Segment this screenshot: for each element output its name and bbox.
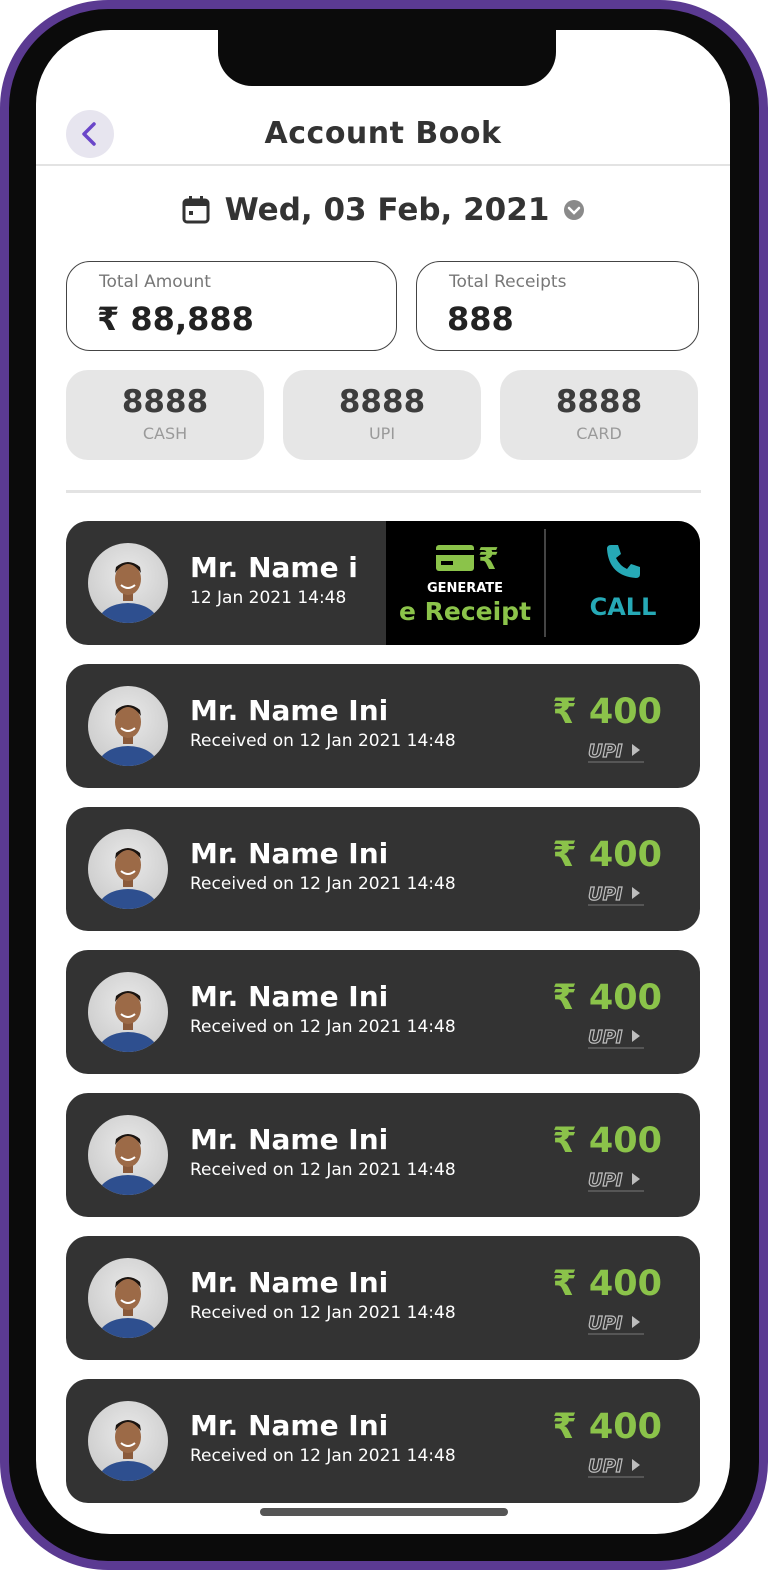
chevron-down-icon	[564, 200, 585, 220]
total-receipts-value: 888	[447, 300, 514, 338]
person-icon	[98, 848, 158, 909]
avatar	[88, 543, 168, 623]
upi-logo: UPI	[586, 1312, 648, 1340]
received-datetime: Received on 12 Jan 2021 14:48	[190, 1303, 456, 1323]
received-datetime: Received on 12 Jan 2021 14:48	[190, 1017, 456, 1037]
received-datetime: Received on 12 Jan 2021 14:48	[190, 731, 456, 751]
avatar	[88, 829, 168, 909]
upi-logo: UPI	[586, 883, 648, 911]
upi-logo-icon: UPI	[587, 1026, 644, 1049]
generate-label: GENERATE	[426, 581, 504, 596]
total-receipts-box: Total Receipts 888	[416, 261, 699, 351]
transaction-datetime: 12 Jan 2021 14:48	[190, 588, 347, 608]
header-divider	[36, 164, 730, 166]
home-indicator[interactable]	[260, 1508, 508, 1516]
person-icon	[98, 991, 158, 1052]
svg-text:₹: ₹	[478, 542, 499, 573]
active-transaction-card[interactable]: Mr. Name i 12 Jan 2021 14:48 ₹ GENERATE …	[66, 521, 700, 645]
customer-name: Mr. Name Ini	[190, 980, 389, 1013]
call-label: CALL	[589, 593, 657, 621]
card-label: CARD	[576, 424, 622, 443]
upi-logo-icon: UPI	[587, 1312, 644, 1335]
app-screen: Account Book Wed, 03 Feb, 2021 Total Amo…	[36, 30, 730, 1534]
amount-value: ₹ 400	[552, 1121, 662, 1161]
avatar	[88, 686, 168, 766]
customer-name: Mr. Name Ini	[190, 1266, 389, 1299]
notch	[218, 30, 556, 86]
transaction-list: Mr. Name i 12 Jan 2021 14:48 ₹ GENERATE …	[66, 521, 700, 1522]
received-datetime: Received on 12 Jan 2021 14:48	[190, 874, 456, 894]
svg-text:UPI: UPI	[588, 1027, 623, 1048]
transaction-card[interactable]: Mr. Name Ini Received on 12 Jan 2021 14:…	[66, 1379, 700, 1503]
upi-logo-icon: UPI	[587, 1455, 644, 1478]
card-rupee-icon: ₹	[436, 542, 499, 573]
received-datetime: Received on 12 Jan 2021 14:48	[190, 1446, 456, 1466]
avatar	[88, 1401, 168, 1481]
total-amount-value: ₹ 88,888	[97, 300, 254, 338]
receipt-label: e Receipt	[398, 597, 532, 626]
customer-name: Mr. Name Ini	[190, 837, 389, 870]
person-icon	[98, 1277, 158, 1338]
transaction-card[interactable]: Mr. Name Ini Received on 12 Jan 2021 14:…	[66, 950, 700, 1074]
received-datetime: Received on 12 Jan 2021 14:48	[190, 1160, 456, 1180]
card-value: 8888	[555, 384, 643, 420]
card-actions: ₹ GENERATE e Receipt CALL	[386, 521, 700, 645]
transaction-card[interactable]: Mr. Name Ini Received on 12 Jan 2021 14:…	[66, 807, 700, 931]
person-icon	[98, 562, 158, 623]
person-icon	[98, 705, 158, 766]
cash-value: 8888	[121, 384, 209, 420]
avatar	[88, 1115, 168, 1195]
cash-summary: 8888 CASH	[66, 370, 264, 460]
amount-value: ₹ 400	[552, 835, 662, 875]
svg-text:UPI: UPI	[588, 884, 623, 905]
avatar	[88, 1258, 168, 1338]
generate-receipt-button[interactable]: ₹ GENERATE e Receipt	[386, 521, 544, 645]
upi-value: 8888	[338, 384, 426, 420]
svg-text:UPI: UPI	[588, 741, 623, 762]
customer-name: Mr. Name i	[190, 551, 358, 584]
call-button[interactable]: CALL	[546, 521, 700, 645]
total-receipts-label: Total Receipts	[449, 272, 567, 292]
upi-logo: UPI	[586, 1455, 648, 1483]
customer-name: Mr. Name Ini	[190, 1409, 389, 1442]
amount-value: ₹ 400	[552, 978, 662, 1018]
phone-icon	[607, 545, 640, 578]
transaction-card[interactable]: Mr. Name Ini Received on 12 Jan 2021 14:…	[66, 664, 700, 788]
upi-logo: UPI	[586, 740, 648, 768]
person-icon	[98, 1134, 158, 1195]
section-divider	[66, 490, 701, 493]
person-icon	[98, 1420, 158, 1481]
total-amount-label: Total Amount	[99, 272, 211, 292]
amount-value: ₹ 400	[552, 692, 662, 732]
cash-label: CASH	[142, 424, 188, 443]
amount-value: ₹ 400	[552, 1264, 662, 1304]
total-amount-box: Total Amount ₹ 88,888	[66, 261, 397, 351]
page-title: Account Book	[264, 116, 502, 151]
transaction-card[interactable]: Mr. Name Ini Received on 12 Jan 2021 14:…	[66, 1236, 700, 1360]
amount-value: ₹ 400	[552, 1407, 662, 1447]
upi-logo: UPI	[586, 1026, 648, 1054]
upi-logo-icon: UPI	[587, 740, 644, 763]
avatar	[88, 972, 168, 1052]
upi-summary: 8888 UPI	[283, 370, 481, 460]
customer-name: Mr. Name Ini	[190, 694, 389, 727]
upi-label: UPI	[368, 424, 396, 443]
svg-text:UPI: UPI	[588, 1313, 623, 1334]
svg-text:UPI: UPI	[588, 1170, 623, 1191]
card-summary: 8888 CARD	[500, 370, 698, 460]
date-selector[interactable]: Wed, 03 Feb, 2021	[36, 192, 730, 228]
transaction-card[interactable]: Mr. Name Ini Received on 12 Jan 2021 14:…	[66, 1093, 700, 1217]
upi-logo-icon: UPI	[587, 883, 644, 906]
customer-name: Mr. Name Ini	[190, 1123, 389, 1156]
upi-logo-icon: UPI	[587, 1169, 644, 1192]
svg-text:UPI: UPI	[588, 1456, 623, 1477]
calendar-icon	[182, 196, 210, 224]
date-text: Wed, 03 Feb, 2021	[224, 192, 550, 228]
upi-logo: UPI	[586, 1169, 648, 1197]
